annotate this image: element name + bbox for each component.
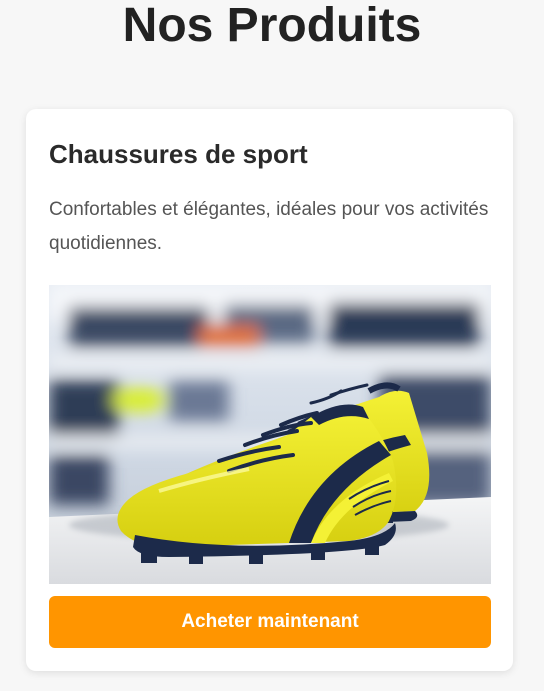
product-image (49, 285, 491, 584)
product-description: Confortables et élégantes, idéales pour … (49, 199, 489, 254)
buy-now-button[interactable]: Acheter maintenant (49, 596, 491, 648)
product-title: Chaussures de sport (49, 139, 308, 169)
page-title: Nos Produits (122, 0, 422, 52)
product-card: Chaussures de sport Confortables et élég… (26, 109, 513, 671)
